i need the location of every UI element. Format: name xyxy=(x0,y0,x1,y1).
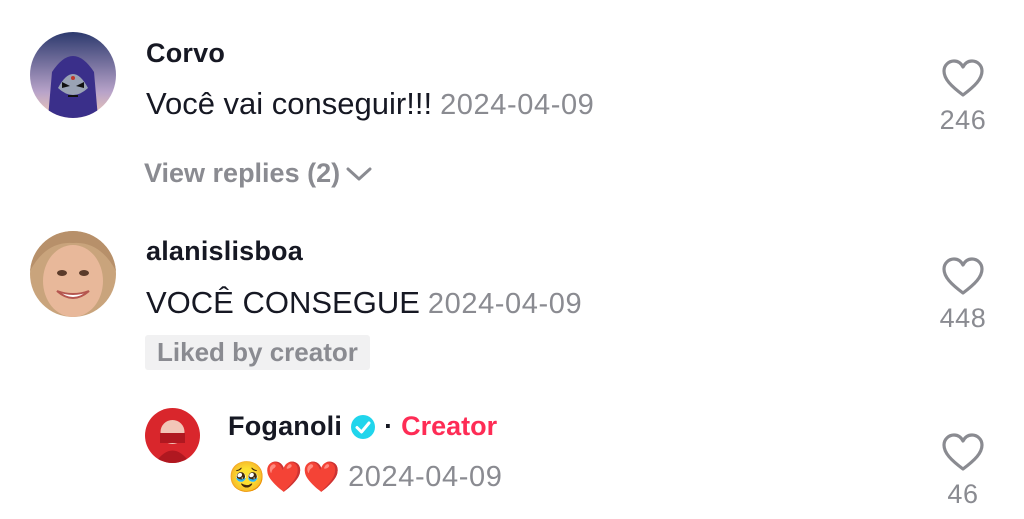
reply-date: 2024-04-09 xyxy=(348,461,503,493)
like-count: 246 xyxy=(939,105,987,135)
view-replies-label: View replies (2) xyxy=(144,158,341,188)
reply-header: Foganoli · Creator xyxy=(228,411,497,442)
like-button[interactable]: 46 xyxy=(928,432,998,510)
like-count: 46 xyxy=(947,479,979,509)
reply-username[interactable]: Foganoli xyxy=(228,411,342,442)
like-button[interactable]: 448 xyxy=(928,256,998,334)
heart-icon xyxy=(942,257,984,295)
view-replies-button[interactable]: View replies (2) xyxy=(144,158,372,189)
like-count: 448 xyxy=(939,303,987,333)
comment-date: 2024-04-09 xyxy=(427,288,583,320)
comment-username[interactable]: Corvo xyxy=(146,38,225,69)
avatar-foganoli[interactable] xyxy=(145,408,200,463)
heart-icon xyxy=(942,59,984,97)
chevron-down-icon xyxy=(346,167,372,180)
comment-text: VOCÊ CONSEGUE xyxy=(146,285,420,320)
reply-text-row: 🥹 ❤️ ❤️ 2024-04-09 xyxy=(228,460,502,495)
red-heart-emoji: ❤️ xyxy=(302,461,341,494)
comment-text: Você vai conseguir!!! xyxy=(146,86,433,121)
liked-by-creator-badge: Liked by creator xyxy=(145,335,370,370)
like-button[interactable]: 246 xyxy=(928,58,998,136)
red-heart-emoji: ❤️ xyxy=(265,461,303,494)
heart-icon xyxy=(942,433,984,471)
verified-badge-icon xyxy=(351,414,376,439)
avatar-alanislisboa[interactable] xyxy=(30,231,116,317)
comment-text-row: Você vai conseguir!!! 2024-04-09 xyxy=(146,86,594,122)
comment-username[interactable]: alanislisboa xyxy=(146,236,303,267)
avatar-corvo[interactable] xyxy=(30,32,116,118)
comment-text-row: VOCÊ CONSEGUE 2024-04-09 xyxy=(146,285,582,321)
creator-label: Creator xyxy=(401,411,498,441)
separator-dot: · xyxy=(384,411,394,441)
comment-date: 2024-04-09 xyxy=(440,89,595,121)
pleading-face-emoji: 🥹 xyxy=(228,461,266,494)
